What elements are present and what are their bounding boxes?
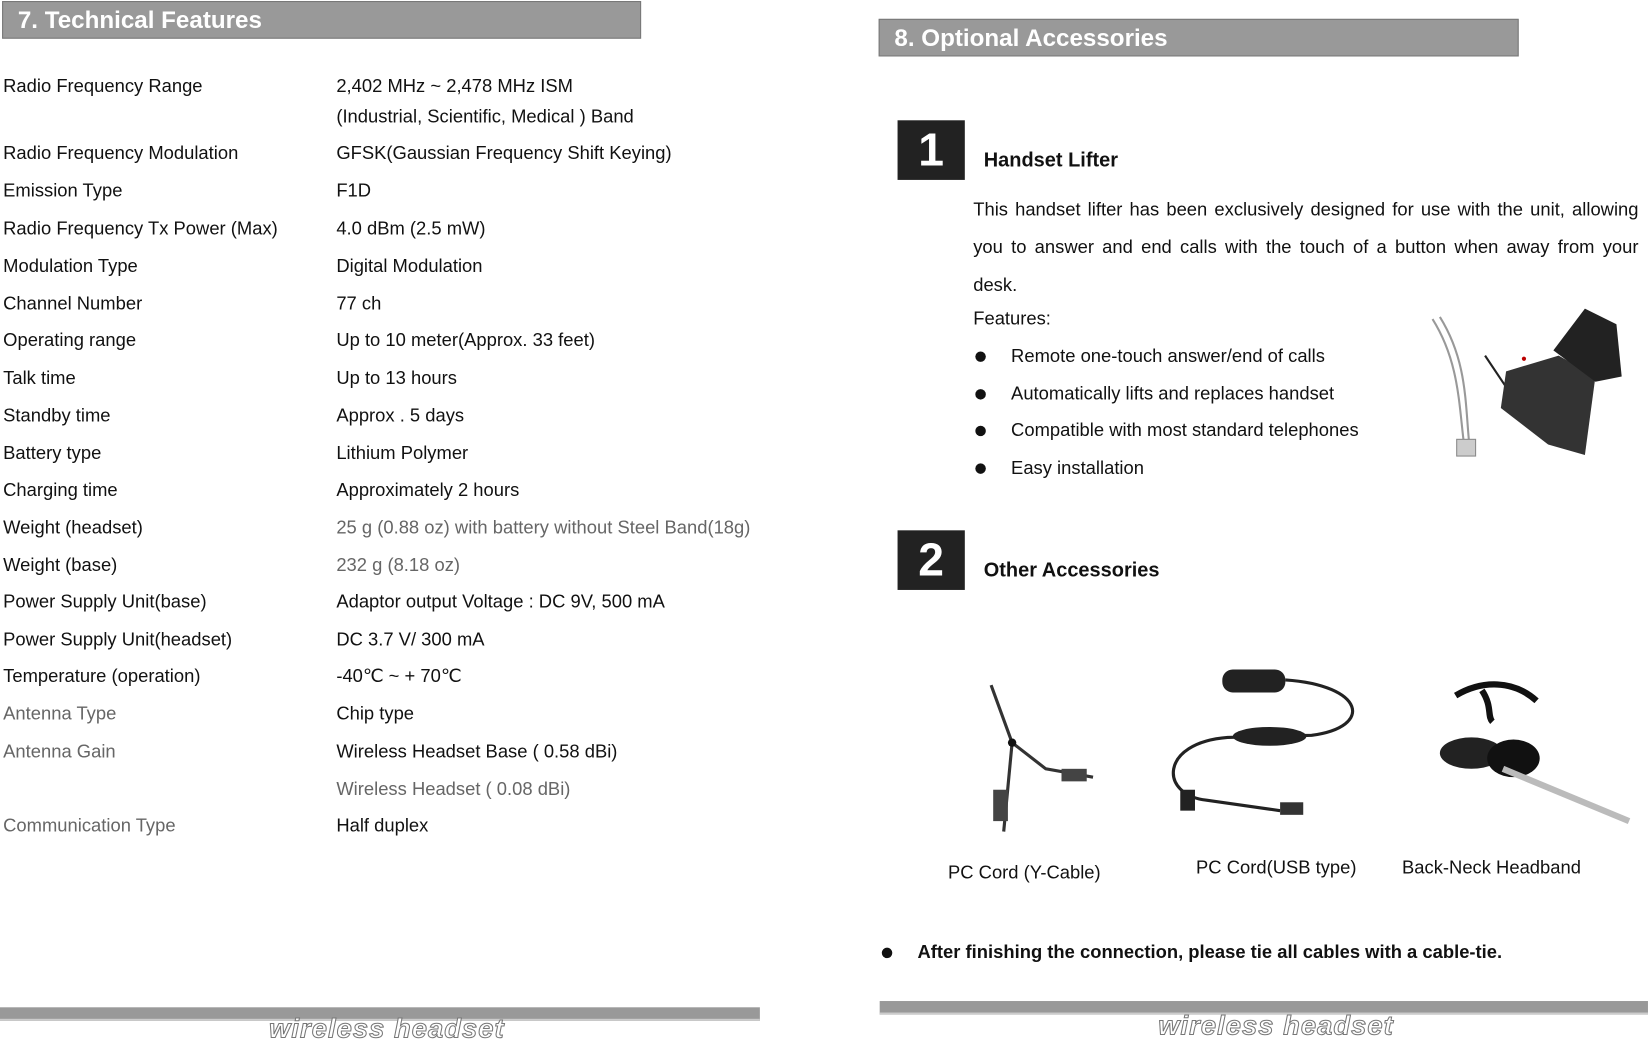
spec-value: Approx . 5 days	[336, 404, 465, 426]
spec-value: F1D	[336, 179, 372, 201]
spec-label: Temperature (operation)	[3, 665, 201, 687]
spec-label: Emission Type	[3, 179, 123, 201]
spec-label: Antenna Type	[3, 702, 117, 724]
other-accessories-title: Other Accessories	[983, 559, 1160, 582]
section-8-header: 8. Optional Accessories	[878, 18, 1519, 57]
bullet-icon	[975, 425, 986, 437]
cable-tie-note: After finishing the connection, please t…	[917, 941, 1503, 963]
spec-label: Channel Number	[3, 292, 143, 314]
spec-value: Digital Modulation	[336, 255, 483, 277]
section-number: 1	[897, 120, 965, 180]
spec-label: Battery type	[3, 442, 102, 464]
footer-watermark: wireless headset	[269, 1012, 505, 1044]
spec-value: 2,402 MHz ~ 2,478 MHz ISM	[336, 75, 573, 97]
spec-value: 232 g (8.18 oz)	[336, 554, 461, 576]
spec-label: Communication Type	[3, 814, 176, 836]
spec-label: Antenna Gain	[3, 740, 116, 762]
spec-label: Modulation Type	[3, 255, 138, 277]
feature-item: Remote one-touch answer/end of calls	[1011, 345, 1325, 367]
spec-value: DC 3.7 V/ 300 mA	[336, 628, 485, 650]
spec-value: Wireless Headset Base ( 0.58 dBi)	[336, 740, 618, 762]
bullet-icon	[975, 351, 986, 362]
section-number: 2	[897, 530, 965, 590]
spec-value: Approximately 2 hours	[336, 479, 520, 500]
usb-cord-image	[1171, 669, 1355, 815]
spec-value: GFSK(Gaussian Frequency Shift Keying)	[336, 142, 672, 164]
spec-label: Talk time	[3, 367, 76, 389]
footer-watermark: wireless headset	[1158, 1009, 1394, 1041]
spec-value: Adaptor output Voltage : DC 9V, 500 mA	[336, 590, 665, 612]
spec-value: -40℃ ~ + 70℃	[336, 665, 462, 687]
spec-label: Standby time	[3, 404, 111, 426]
spec-value: Up to 10 meter(Approx. 33 feet)	[336, 329, 595, 351]
bullet-icon	[975, 463, 986, 474]
y-cable-image	[989, 684, 1094, 832]
spec-label: Radio Frequency Tx Power (Max)	[3, 217, 278, 239]
spec-label: Charging time	[3, 479, 118, 500]
accessory-caption: PC Cord(USB type)	[1196, 856, 1357, 878]
handset-lifter-image	[1431, 308, 1622, 457]
spec-value: Up to 13 hours	[336, 367, 457, 389]
spec-label: Power Supply Unit(base)	[3, 590, 207, 612]
spec-label: Radio Frequency Range	[3, 75, 203, 97]
bullet-icon	[975, 389, 986, 400]
spec-label: Radio Frequency Modulation	[3, 142, 239, 164]
spec-value: Wireless Headset ( 0.08 dBi)	[336, 778, 571, 800]
spec-label: Power Supply Unit(headset)	[3, 628, 233, 650]
spec-value: Lithium Polymer	[336, 442, 469, 464]
spec-value: 4.0 dBm (2.5 mW)	[336, 217, 486, 239]
feature-item: Automatically lifts and replaces handset	[1011, 382, 1335, 404]
spec-value: Chip type	[336, 702, 415, 724]
handset-lifter-description: This handset lifter has been exclusively…	[973, 198, 1639, 295]
back-neck-headband-image	[1439, 681, 1631, 825]
bullet-icon	[881, 947, 893, 959]
spec-value: 25 g (0.88 oz) with battery without Stee…	[336, 516, 751, 538]
spec-value: Half duplex	[336, 814, 429, 836]
spec-value: (Industrial, Scientific, Medical ) Band	[336, 105, 634, 127]
accessory-caption: PC Cord (Y-Cable)	[948, 861, 1101, 883]
spec-value: 77 ch	[336, 292, 382, 314]
features-label: Features:	[973, 307, 1051, 329]
section-7-header: 7. Technical Features	[2, 1, 642, 39]
spec-label: Weight (base)	[3, 554, 118, 576]
spec-label: Operating range	[3, 329, 137, 351]
feature-item: Easy installation	[1011, 457, 1144, 479]
feature-item: Compatible with most standard telephones	[1011, 419, 1359, 441]
accessory-caption: Back-Neck Headband	[1402, 856, 1581, 878]
handset-lifter-title: Handset Lifter	[983, 149, 1119, 172]
spec-label: Weight (headset)	[3, 516, 143, 538]
